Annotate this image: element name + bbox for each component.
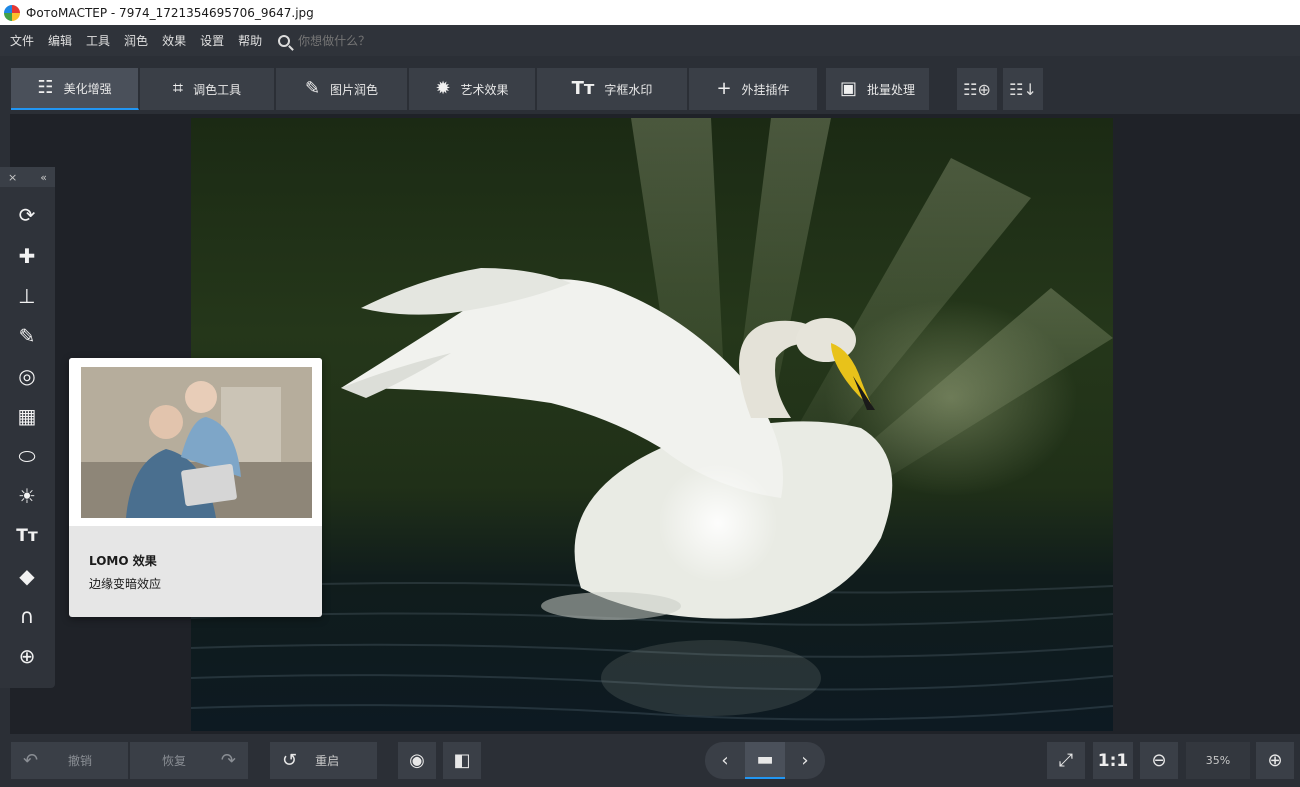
- swan-illustration: [191, 118, 1113, 721]
- tab-bar: ☷ 美化增强 ⌗ 调色工具 ✎ 图片润色 ✹ 艺术效果 Tт 字框水印 + 外挂…: [0, 56, 1300, 114]
- undo-icon: ↶: [23, 749, 39, 771]
- actual-size-button[interactable]: 1:1: [1093, 742, 1133, 779]
- plus-circle-icon: ⊕: [1267, 749, 1283, 771]
- photo-canvas[interactable]: [191, 118, 1113, 731]
- tab-retouch[interactable]: ✎ 图片润色: [276, 68, 408, 110]
- image-navigation: ‹ ▬ ›: [705, 742, 825, 779]
- tab-art-effects[interactable]: ✹ 艺术效果: [409, 68, 536, 110]
- crop-icon: ⌗: [172, 78, 184, 99]
- menu-bar: 文件 编辑 工具 润色 效果 设置 帮助: [0, 25, 1300, 56]
- magic-wand-icon: ✹: [435, 78, 451, 99]
- menu-tools[interactable]: 工具: [86, 32, 110, 49]
- bottom-bar: ↶ 撤销 恢复 ↷ ↺ 重启 ◉ ◧ ⤢ 1:1 ⊖ ⊕: [0, 734, 1300, 787]
- effect-tooltip: LOMO 效果 边缘变暗效应: [69, 358, 322, 617]
- next-image-button[interactable]: ›: [785, 742, 825, 779]
- text-icon: Tт: [571, 78, 595, 99]
- gallery-icon: ▣: [839, 78, 857, 99]
- fill-icon[interactable]: ◆: [13, 562, 41, 590]
- left-toolbar: × « ⟳ ✚ ⊥ ✎ ◎ ▦ ⬭ ☀ Tт ◆ ∩ ⊕: [0, 167, 55, 688]
- gradient-icon[interactable]: ▦: [13, 402, 41, 430]
- menu-retouch[interactable]: 润色: [124, 32, 148, 49]
- stamp-icon[interactable]: ⊥: [13, 282, 41, 310]
- minus-circle-icon: ⊖: [1151, 749, 1167, 771]
- previous-image-button[interactable]: ‹: [705, 742, 745, 779]
- tooltip-title: LOMO 效果: [89, 554, 157, 568]
- menu-edit[interactable]: 编辑: [48, 32, 72, 49]
- plus-icon: +: [716, 78, 732, 99]
- tooltip-thumbnail: [81, 367, 312, 518]
- light-icon[interactable]: ☀: [13, 482, 41, 510]
- compare-icon: ◧: [453, 749, 471, 771]
- app-logo-icon: [4, 4, 20, 21]
- text-icon[interactable]: Tт: [13, 522, 41, 550]
- title-bar: ФотоМАСТЕР - 7974_1721354695706_9647.jpg: [0, 0, 1300, 25]
- left-toolbar-header: × «: [0, 167, 55, 187]
- compare-button[interactable]: ◧: [443, 742, 481, 779]
- zoom-value-field[interactable]: 35%: [1186, 742, 1250, 779]
- tab-color-tools[interactable]: ⌗ 调色工具: [140, 68, 275, 110]
- reset-button[interactable]: ↺ 重启: [270, 742, 377, 779]
- tab-batch[interactable]: ▣ 批量处理: [826, 68, 930, 110]
- tab-enhance[interactable]: ☷ 美化增强: [11, 68, 139, 110]
- healing-icon[interactable]: ✚: [13, 242, 41, 270]
- tooltip-preview-area: [69, 358, 322, 526]
- brush-icon: ✎: [304, 78, 321, 99]
- search-box[interactable]: [278, 33, 499, 48]
- sliders-icon: ☷: [37, 77, 54, 98]
- redo-button[interactable]: 恢复 ↷: [130, 742, 248, 779]
- close-icon[interactable]: ×: [8, 171, 17, 184]
- vignette-icon[interactable]: ⬭: [13, 442, 41, 470]
- tab-plugins[interactable]: + 外挂插件: [689, 68, 818, 110]
- zoom-out-button[interactable]: ⊖: [1140, 742, 1178, 779]
- chevron-right-icon: ›: [801, 750, 809, 771]
- collapse-icon[interactable]: «: [40, 171, 47, 184]
- menu-help[interactable]: 帮助: [238, 32, 262, 49]
- rotate-crop-icon[interactable]: ⟳: [13, 201, 41, 229]
- preview-button[interactable]: ◉: [398, 742, 436, 779]
- sliders-add-icon: ☷⊕: [963, 79, 991, 99]
- window-title: ФотоМАСТЕР - 7974_1721354695706_9647.jpg: [26, 5, 314, 20]
- radial-icon[interactable]: ◎: [13, 362, 41, 390]
- eye-icon: ◉: [409, 749, 425, 771]
- folder-icon: ▬: [756, 749, 774, 770]
- curve-icon[interactable]: ∩: [13, 602, 41, 630]
- open-folder-button[interactable]: ▬: [745, 742, 785, 779]
- sliders-download-icon: ☷↓: [1009, 79, 1037, 99]
- menu-file[interactable]: 文件: [10, 32, 34, 49]
- menu-effects[interactable]: 效果: [162, 32, 186, 49]
- fit-screen-icon: ⤢: [1058, 749, 1074, 771]
- undo-button[interactable]: ↶ 撤销: [11, 742, 128, 779]
- couple-photo-illustration: [81, 367, 312, 518]
- menu-settings[interactable]: 设置: [200, 32, 224, 49]
- add-preset-button[interactable]: ☷⊕: [957, 68, 997, 110]
- chevron-left-icon: ‹: [721, 750, 729, 771]
- sphere-icon[interactable]: ⊕: [13, 642, 41, 670]
- zoom-in-button[interactable]: ⊕: [1256, 742, 1294, 779]
- redo-icon: ↷: [220, 749, 236, 771]
- fit-screen-button[interactable]: ⤢: [1047, 742, 1085, 779]
- reset-icon: ↺: [282, 749, 298, 771]
- download-preset-button[interactable]: ☷↓: [1003, 68, 1043, 110]
- search-input[interactable]: [298, 33, 499, 48]
- tooltip-description: 边缘变暗效应: [89, 577, 162, 591]
- tab-frames-watermark[interactable]: Tт 字框水印: [537, 68, 688, 110]
- search-icon: [278, 34, 291, 47]
- brush-icon[interactable]: ✎: [13, 322, 41, 350]
